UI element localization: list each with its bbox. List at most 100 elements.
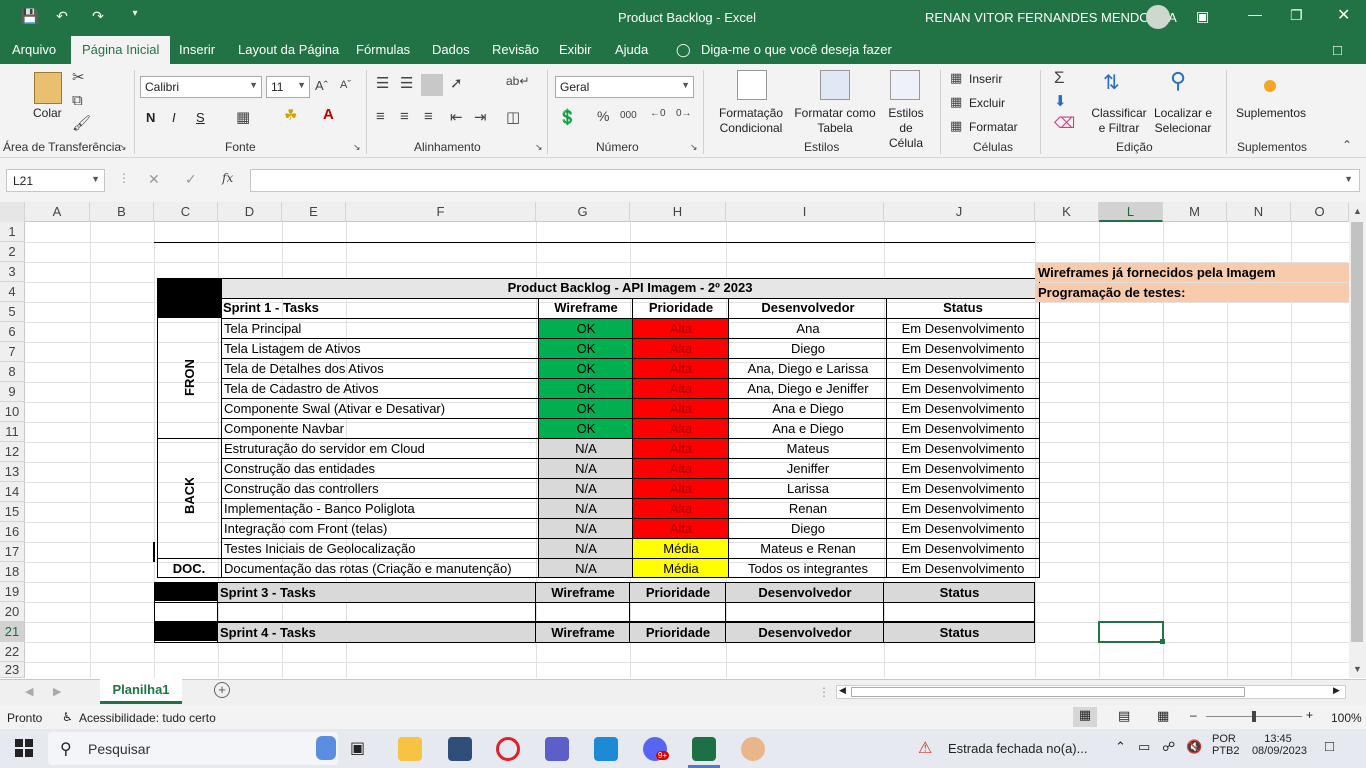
font-color-icon[interactable]: A (323, 106, 334, 123)
format-as-table-icon[interactable] (820, 70, 850, 100)
customize-qat-icon[interactable]: ▾ (125, 8, 145, 28)
column-header[interactable]: E (282, 202, 346, 222)
horizontal-scrollbar[interactable]: ◀ ▶ (836, 685, 1346, 699)
vpn-app-icon[interactable] (448, 737, 472, 761)
number-format-combo[interactable]: Geral ▼ (555, 76, 694, 98)
decrease-indent-icon[interactable]: ⇤ (450, 108, 463, 126)
save-icon[interactable]: 💾 (20, 8, 40, 28)
row-header[interactable]: 20 (0, 602, 25, 622)
column-header[interactable]: M (1163, 202, 1227, 222)
taskbar-search[interactable]: ⚲ Pesquisar (48, 732, 338, 765)
dialog-launcher-icon[interactable]: ↘ (535, 142, 543, 153)
vscode-icon[interactable] (594, 737, 618, 761)
format-painter-icon[interactable]: 🖌 (72, 114, 91, 132)
tab-arquivo[interactable]: Arquivo (12, 42, 56, 57)
column-header[interactable]: C (154, 202, 218, 222)
redo-icon[interactable]: ↷ (88, 8, 108, 28)
row-header[interactable]: 21 (0, 622, 25, 642)
minimize-icon[interactable]: — (1248, 6, 1262, 22)
font-size-combo[interactable]: 11 ▼ (266, 76, 310, 98)
font-name-combo[interactable]: Calibri ▼ (140, 76, 262, 98)
align-center-icon[interactable]: ≡ (400, 108, 409, 125)
fill-handle[interactable] (1160, 639, 1165, 644)
clock[interactable]: 13:45 08/09/2023 (1249, 733, 1307, 757)
zoom-out-icon[interactable]: – (1190, 708, 1197, 722)
delete-cells-icon[interactable]: ▦ (950, 94, 962, 110)
page-break-icon[interactable]: ▦ (1157, 708, 1169, 724)
align-right-icon[interactable]: ≡ (424, 108, 433, 125)
row-header[interactable]: 4 (0, 282, 25, 302)
paste-button[interactable]: Colar (33, 106, 62, 121)
collapse-ribbon-icon[interactable]: ⌃ (1342, 138, 1352, 152)
format-as-table-button[interactable]: Formatar como Tabela (792, 106, 878, 136)
paint-icon[interactable] (741, 737, 765, 761)
dialog-launcher-icon[interactable]: ↘ (690, 142, 698, 153)
insert-cells-button[interactable]: Inserir (969, 72, 1002, 87)
fill-color-icon[interactable]: ☘ (284, 106, 297, 124)
clear-icon[interactable]: ⌫ (1054, 114, 1075, 132)
addins-button[interactable]: Suplementos (1236, 106, 1306, 121)
row-header[interactable]: 15 (0, 502, 25, 522)
align-bottom-icon[interactable] (421, 74, 443, 96)
increase-indent-icon[interactable]: ⇥ (474, 108, 487, 126)
tell-me-search[interactable]: Diga-me o que você deseja fazer (701, 42, 892, 57)
row-header[interactable]: 12 (0, 442, 25, 462)
comma-style-icon[interactable]: 000 (620, 110, 637, 121)
insert-cells-icon[interactable]: ▦ (950, 70, 962, 86)
selected-cell[interactable] (1098, 621, 1164, 643)
column-header[interactable]: J (884, 202, 1035, 222)
row-header[interactable]: 10 (0, 402, 25, 422)
row-header[interactable]: 13 (0, 462, 25, 482)
percent-icon[interactable]: % (597, 108, 609, 124)
tab-layout[interactable]: Layout da Página (238, 42, 339, 57)
add-sheet-button[interactable]: + (214, 682, 230, 698)
find-select-button[interactable]: Localizar e Selecionar (1150, 106, 1216, 136)
increase-decimal-icon[interactable]: ←0 (650, 108, 666, 119)
tab-formulas[interactable]: Fórmulas (356, 42, 410, 57)
ribbon-display-icon[interactable]: ▣ (1196, 8, 1209, 25)
row-header[interactable]: 11 (0, 422, 25, 442)
conditional-formatting-button[interactable]: Formatação Condicional (713, 106, 789, 136)
zoom-thumb[interactable] (1252, 711, 1256, 722)
traffic-alert-icon[interactable]: ⚠ (918, 738, 932, 758)
column-header[interactable]: D (218, 202, 282, 222)
cut-icon[interactable]: ✂ (72, 68, 85, 86)
teams-icon[interactable] (545, 737, 569, 761)
legend-tests[interactable]: Programação de testes: (1035, 283, 1349, 302)
column-header[interactable]: G (536, 202, 630, 222)
tab-inserir[interactable]: Inserir (179, 42, 215, 57)
opera-icon[interactable] (496, 737, 520, 761)
column-header[interactable]: A (25, 202, 90, 222)
restore-icon[interactable]: ❐ (1290, 7, 1303, 24)
input-language[interactable]: POR PTB2 (1212, 733, 1240, 757)
align-left-icon[interactable]: ≡ (376, 108, 385, 125)
zoom-in-icon[interactable]: + (1306, 708, 1313, 722)
orientation-icon[interactable]: ➚ (450, 74, 463, 92)
close-icon[interactable]: ✕ (1337, 5, 1350, 25)
row-header[interactable]: 7 (0, 342, 25, 362)
avatar[interactable] (1146, 5, 1170, 29)
column-header[interactable]: O (1291, 202, 1349, 222)
column-header[interactable]: B (90, 202, 154, 222)
paste-icon[interactable] (34, 72, 62, 104)
sheet-tab-planilha1[interactable]: Planilha1 (100, 679, 182, 704)
task-view-icon[interactable]: ▣ (350, 738, 365, 758)
undo-icon[interactable]: ↶ (52, 8, 72, 28)
user-name[interactable]: RENAN VITOR FERNANDES MENDONCA (925, 10, 1177, 25)
row-header[interactable]: 6 (0, 322, 25, 342)
dialog-launcher-icon[interactable]: ↘ (119, 142, 127, 153)
battery-icon[interactable]: ▭ (1138, 739, 1150, 755)
show-hidden-icons[interactable]: ⌃ (1115, 739, 1126, 755)
wrap-text-icon[interactable]: ab↵ (506, 74, 529, 88)
column-header[interactable]: I (726, 202, 884, 222)
merge-center-icon[interactable]: ◫ (506, 108, 520, 126)
cancel-icon[interactable]: ✕ (148, 171, 160, 188)
page-layout-icon[interactable]: ▤ (1118, 708, 1130, 724)
sort-filter-button[interactable]: Classificar e Filtrar (1090, 106, 1148, 136)
legend-wireframes[interactable]: Wireframes já fornecidos pela Imagem (1035, 263, 1349, 282)
align-top-icon[interactable]: ☰ (376, 74, 389, 92)
select-all-corner[interactable] (0, 202, 25, 222)
vertical-scrollbar[interactable]: ▲ ▼ (1349, 202, 1366, 678)
accounting-icon[interactable]: 💲 (558, 108, 577, 126)
row-header[interactable]: 19 (0, 582, 25, 602)
